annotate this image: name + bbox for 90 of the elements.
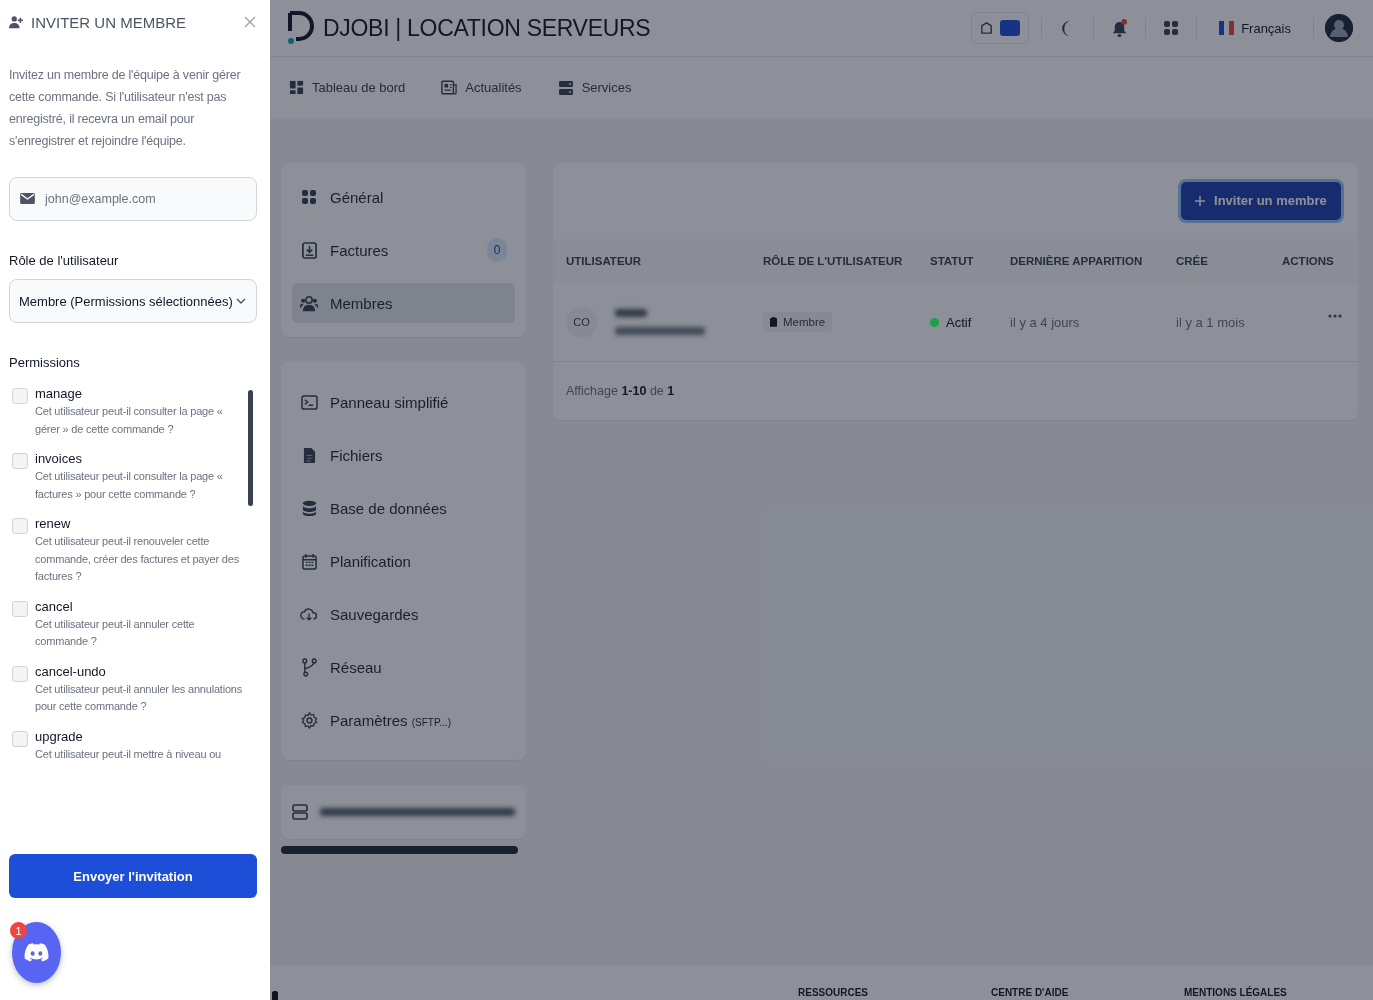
- permission-name: cancel-undo: [35, 663, 107, 679]
- apps-icon[interactable]: [1163, 20, 1180, 36]
- column-header: ACTIONS: [1282, 255, 1335, 267]
- pagination-summary: Affichage 1-10 de 1: [565, 383, 676, 400]
- grid-icon: [300, 189, 318, 205]
- network-icon: [300, 657, 318, 677]
- role-select[interactable]: Membre (Permissions sélectionnées): [9, 279, 257, 323]
- plus-icon: [1195, 195, 1206, 206]
- scrollbar-thumb[interactable]: [281, 846, 518, 854]
- logo-icon: [287, 10, 315, 46]
- theme-toggle[interactable]: [971, 12, 1030, 44]
- flag-icon: [1219, 21, 1235, 35]
- server-icon: [557, 79, 574, 96]
- permission-name: cancel: [35, 598, 74, 614]
- permission-description: Cet utilisateur peut-il consulter la page « factures » pour cette commande ?: [35, 469, 224, 502]
- invoice-icon: [300, 241, 318, 259]
- sidebar-item[interactable]: Factures 0: [292, 230, 515, 270]
- permission-description: Cet utilisateur peut-il mettre à niveau ou: [35, 746, 222, 762]
- table-cell-text: il y a 4 jours: [1010, 314, 1081, 330]
- drawer-description: Invitez un membre de l'équipe à venir gérer cette commande. Si l'utilisateur n'est pas enregistré, il recevra un email pour s'enregistrer et rejoindre l'équipe.: [9, 67, 242, 150]
- column-header: CRÉE: [1176, 255, 1209, 267]
- chevron-down-icon: [236, 298, 246, 304]
- footer-heading: RESSOURCES: [798, 987, 869, 998]
- sidebar-item[interactable]: Panneau simplifié: [292, 382, 515, 422]
- count-badge: 0: [487, 238, 507, 262]
- more-icon[interactable]: [1327, 314, 1342, 319]
- sidebar-item[interactable]: Sauvegardes: [292, 594, 515, 634]
- checkbox[interactable]: [12, 730, 28, 747]
- status-text: Actif: [946, 314, 972, 330]
- controller-icon: [24, 943, 49, 962]
- server-icon: [292, 804, 308, 820]
- gear-icon: [300, 711, 318, 729]
- sidebar-item[interactable]: Paramètres (SFTP...): [292, 700, 515, 740]
- footer-heading: CENTRE D'AIDE: [991, 987, 1070, 998]
- footer-logo: [272, 991, 278, 1000]
- permissions-label: Permissions: [9, 355, 81, 370]
- column-header: RÔLE DE L'UTILISATEUR: [763, 255, 904, 267]
- checkbox[interactable]: [12, 665, 28, 682]
- email-field[interactable]: john@example.com: [9, 177, 257, 221]
- column-header: STATUT: [930, 255, 975, 267]
- role-label: Rôle de l'utilisateur: [9, 253, 120, 268]
- add-user-icon: [9, 15, 23, 29]
- mail-icon: [20, 193, 35, 204]
- nav-link[interactable]: Tableau de bord: [289, 80, 406, 95]
- permission-name: upgrade: [35, 728, 84, 744]
- column-header: UTILISATEUR: [566, 255, 643, 267]
- profile-avatar[interactable]: [1325, 14, 1353, 42]
- nav-link[interactable]: Services: [557, 79, 632, 96]
- sidebar-item[interactable]: Général: [292, 177, 515, 217]
- permission-description: Cet utilisateur peut-il annuler les annulations pour cette commande ?: [35, 681, 244, 714]
- permission-description: Cet utilisateur peut-il renouveler cette commande, créer des factures et payer des factures ?: [35, 534, 240, 584]
- dashboard-icon: [289, 80, 304, 95]
- footer-heading: MENTIONS LÉGALES: [1184, 987, 1288, 998]
- scrollbar-thumb[interactable]: [248, 390, 253, 506]
- permission-name: manage: [35, 386, 83, 401]
- table-cell-text: il y a 1 mois: [1176, 314, 1246, 330]
- sidebar-item[interactable]: Planification: [292, 541, 515, 581]
- terminal-icon: [300, 394, 318, 410]
- notification-badge: 1: [10, 922, 27, 939]
- role-tag: Membre: [763, 312, 833, 333]
- sidebar-item[interactable]: Fichiers: [292, 435, 515, 475]
- checkbox[interactable]: [12, 388, 28, 404]
- permission-description: Cet utilisateur peut-il annuler cette commande ?: [35, 616, 196, 649]
- checkbox[interactable]: [12, 453, 28, 469]
- permission-description: Cet utilisateur peut-il consulter la page « gérer » de cette commande ?: [35, 404, 224, 437]
- sidebar-item[interactable]: Membres: [292, 283, 515, 323]
- server-item[interactable]: [281, 785, 526, 839]
- chat-button[interactable]: [12, 922, 61, 983]
- invite-member-button[interactable]: Inviter un membre: [1178, 178, 1344, 223]
- clipboard-icon: [770, 317, 777, 328]
- bell-icon[interactable]: [1111, 18, 1129, 38]
- language-selector[interactable]: Français: [1196, 17, 1314, 39]
- database-icon: [300, 499, 318, 517]
- column-header: DERNIÈRE APPARITION: [1010, 255, 1144, 267]
- permission-name: invoices: [35, 451, 83, 466]
- brand-title: DJOBI | LOCATION SERVEURS: [323, 14, 652, 42]
- calendar-icon: [300, 552, 318, 570]
- users-icon: [300, 294, 318, 312]
- checkbox[interactable]: [12, 518, 28, 534]
- permission-name: renew: [35, 516, 72, 531]
- avatar: CO: [566, 306, 597, 338]
- cloud-icon: [300, 606, 318, 622]
- sidebar-item[interactable]: Réseau: [292, 647, 515, 687]
- drawer-title: INVITER UN MEMBRE: [31, 13, 187, 31]
- close-button[interactable]: [244, 16, 256, 28]
- send-invitation-button[interactable]: Envoyer l'invitation: [9, 854, 257, 898]
- sidebar-item[interactable]: Base de données: [292, 488, 515, 528]
- newspaper-icon: [441, 80, 458, 95]
- nav-link[interactable]: Actualités: [441, 80, 522, 95]
- checkbox[interactable]: [12, 600, 28, 617]
